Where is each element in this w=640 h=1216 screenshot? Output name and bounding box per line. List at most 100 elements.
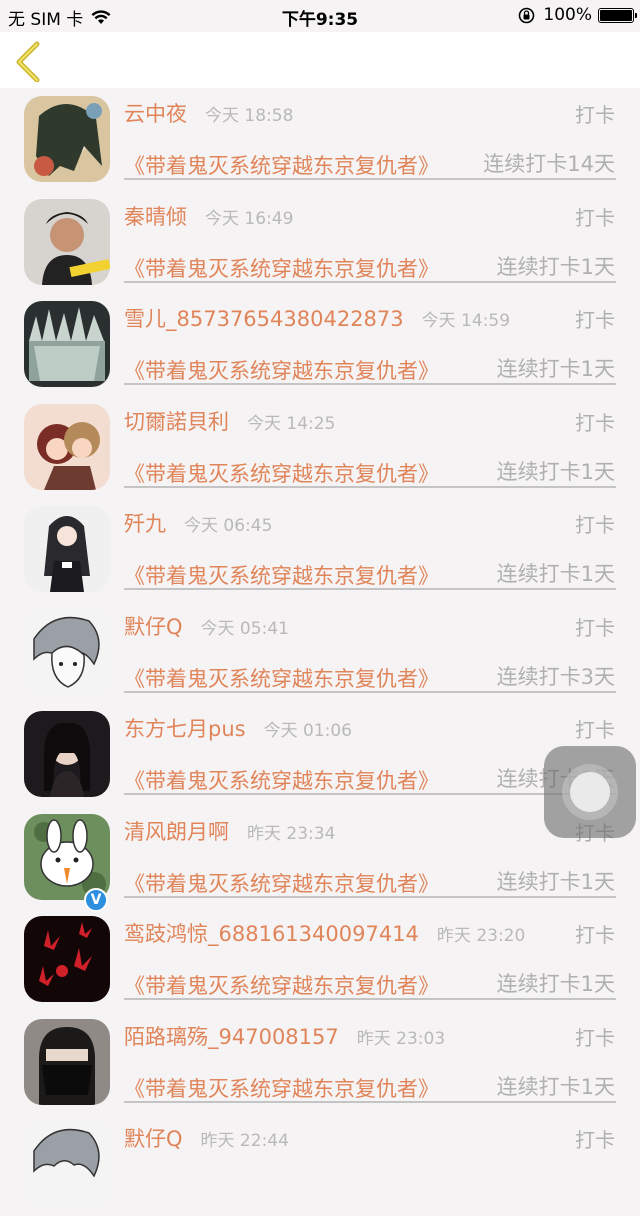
checkin-time: 今天 01:06 — [263, 721, 352, 741]
checkin-time: 昨天 22:44 — [200, 1131, 289, 1151]
checkin-time: 昨天 23:20 — [436, 926, 526, 946]
streak-count: 连续打卡1天 — [496, 254, 615, 279]
book-title-link[interactable]: 《带着鬼灭系统穿越东京复仇者》 — [124, 868, 439, 898]
rotation-lock-icon — [519, 7, 535, 23]
book-underline — [124, 485, 616, 488]
book-underline — [124, 383, 616, 385]
user-name[interactable]: 秦晴倾 — [124, 201, 187, 231]
book-title-link[interactable]: 《带着鬼灭系统穿越东京复仇者》 — [124, 458, 439, 488]
checkin-row[interactable]: 鸾跂鸿惊_688161340097414 昨天 23:20 打卡《带着鬼灭系统穿越东… — [0, 908, 640, 1011]
streak-count: 连续打卡3天 — [496, 664, 615, 689]
chevron-left-icon — [16, 41, 40, 83]
user-name-line: 东方七月pus 今天 01:06 — [124, 713, 352, 743]
user-name-line: 清风朗月啊 昨天 23:34 — [124, 816, 335, 846]
avatar-anime-girl[interactable] — [24, 96, 110, 182]
avatar-rabbit-carrot[interactable] — [24, 813, 110, 900]
streak-count: 连续打卡1天 — [496, 869, 615, 894]
checkin-action-label: 打卡 — [575, 513, 615, 537]
user-name-line: 云中夜 今天 18:58 — [124, 98, 293, 128]
avatar-sketch-boy[interactable] — [24, 1121, 110, 1207]
avatar-nun-character[interactable] — [24, 506, 110, 592]
streak-count: 连续打卡1天 — [496, 459, 615, 484]
checkin-action-label: 打卡 — [575, 1025, 615, 1050]
book-title-link[interactable]: 《带着鬼灭系统穿越东京复仇者》 — [124, 355, 439, 385]
avatar-photo-woman[interactable] — [24, 711, 110, 797]
checkin-row[interactable]: 秦晴倾 今天 16:49 打卡《带着鬼灭系统穿越东京复仇者》 连续打卡1天 — [0, 191, 640, 294]
checkin-action-label: 打卡 — [575, 205, 615, 230]
assistive-touch-ring-inner — [570, 772, 610, 812]
streak-count: 连续打卡1天 — [496, 1074, 615, 1099]
streak-count: 连续打卡1天 — [496, 357, 615, 381]
user-name[interactable]: 鸾跂鸿惊_688161340097414 — [124, 918, 419, 948]
book-title-link[interactable]: 《带着鬼灭系统穿越东京复仇者》 — [124, 150, 439, 180]
user-name-line: 歼九 今天 06:45 — [124, 508, 272, 538]
streak-count: 连续打卡1天 — [496, 972, 615, 996]
user-name-line: 雪儿_8573765438042287​3 今天 14:59 — [124, 303, 510, 333]
user-name[interactable]: 云中夜 — [124, 98, 187, 128]
assistive-touch-button[interactable] — [544, 746, 636, 838]
checkin-action-label: 打卡 — [575, 1128, 615, 1152]
book-title-link[interactable]: 《带着鬼灭系统穿越东京复仇者》 — [124, 560, 439, 590]
streak-count: 连续打卡1天 — [496, 562, 615, 586]
checkin-time: 今天 18:58 — [205, 106, 294, 126]
user-name-line: 陌路璃殇_947008157 昨天 23:03 — [124, 1021, 445, 1051]
checkin-row[interactable]: 雪儿_8573765438042287​3 今天 14:59 打卡《带着鬼灭系统穿越… — [0, 293, 640, 396]
book-underline — [124, 1100, 616, 1103]
checkin-time: 今天 06:45 — [184, 516, 273, 536]
user-name-line: 默仔Q 昨天 22:44 — [124, 1123, 289, 1153]
checkin-row[interactable]: 云中夜 今天 18:58 打卡《带着鬼灭系统穿越东京复仇者》 连续打卡14天 — [0, 88, 640, 191]
user-name-line: 秦晴倾 今天 16:49 — [124, 201, 293, 231]
user-name[interactable]: 陌路璃殇_947008157 — [124, 1021, 339, 1051]
user-name[interactable]: 默仔Q — [124, 1123, 183, 1153]
book-underline — [124, 793, 616, 795]
battery-percent: 100% — [543, 5, 592, 25]
book-underline — [124, 280, 616, 283]
avatar-masked-person[interactable] — [24, 1018, 110, 1105]
user-name[interactable]: 清风朗月啊 — [124, 816, 229, 846]
user-name[interactable]: 歼九 — [124, 508, 166, 538]
checkin-action-label: 打卡 — [575, 923, 615, 947]
avatar-crystal[interactable] — [24, 301, 110, 387]
user-name[interactable]: 切爾諾貝利 — [124, 406, 229, 436]
book-underline — [124, 178, 616, 180]
user-name-line: 默仔Q 今天 05:41 — [124, 611, 289, 641]
checkin-row[interactable]: 默仔Q 昨天 22:44 打卡 — [0, 1113, 640, 1216]
avatar-red-flowers[interactable] — [24, 916, 110, 1002]
avatar-photo-girl[interactable] — [24, 198, 110, 285]
avatar-sketch-boy[interactable] — [24, 608, 110, 695]
checkin-row[interactable]: 切爾諾貝利 今天 14:25 打卡 《带着鬼灭系统穿越东京复仇者》 连续打卡1天 — [0, 396, 640, 499]
checkin-time: 今天 05:41 — [200, 618, 289, 639]
checkin-time: 今天 14:59 — [421, 311, 511, 331]
checkin-time: 昨天 23:03 — [356, 1028, 446, 1049]
checkin-time: 今天 16:49 — [205, 208, 294, 229]
book-title-link[interactable]: 《带着鬼灭系统穿越东京复仇者》 — [124, 765, 439, 795]
user-name-line: 切爾諾貝利 今天 14:25 — [124, 406, 335, 436]
checkin-action-label: 打卡 — [575, 615, 615, 640]
user-name[interactable]: 默仔Q — [124, 611, 183, 641]
book-underline — [124, 998, 616, 1000]
checkin-row[interactable]: 默仔Q 今天 05:41 打卡《带着鬼灭系统穿越东京复仇者》 连续打卡3天 — [0, 601, 640, 704]
book-title-link[interactable]: 《带着鬼灭系统穿越东京复仇者》 — [124, 1073, 439, 1103]
book-title-link[interactable]: 《带着鬼灭系统穿越东京复仇者》 — [124, 970, 439, 1000]
book-title-link[interactable]: 《带着鬼灭系统穿越东京复仇者》 — [124, 663, 439, 693]
checkin-row[interactable]: 歼九 今天 06:45 打卡《带着鬼灭系统穿越东京复仇者》 连续打卡1天 — [0, 498, 640, 601]
checkin-time: 昨天 23:34 — [247, 823, 336, 844]
battery-icon — [598, 7, 637, 23]
book-title-link[interactable]: 《带着鬼灭系统穿越东京复仇者》 — [124, 253, 439, 283]
user-name[interactable]: 东方七月pus — [124, 713, 246, 743]
checkin-time: 今天 14:25 — [247, 413, 336, 434]
avatar-cartoon-couple[interactable] — [24, 403, 110, 490]
checkin-action-label: 打卡 — [575, 308, 615, 332]
streak-count: 连续打卡14天 — [483, 152, 615, 176]
user-name[interactable]: 雪儿_8573765438042287​3 — [124, 303, 404, 333]
checkin-action-label: 打卡 — [575, 718, 615, 742]
user-name-line: 鸾跂鸿惊_688161340097414 昨天 23:20 — [124, 918, 525, 948]
back-button[interactable] — [10, 38, 50, 83]
checkin-row[interactable]: 陌路璃殇_947008157 昨天 23:03 打卡《带着鬼灭系统穿越东京复仇者》 连… — [0, 1011, 640, 1114]
book-underline — [124, 588, 616, 590]
status-right: 100% — [518, 5, 637, 25]
book-underline — [124, 690, 616, 693]
checkin-action-label: 打卡 — [575, 103, 615, 127]
checkin-list: 云中夜 今天 18:58 打卡 《带着鬼灭系统穿越东京复仇者》 连续打卡14天 秦晴倾 今天… — [0, 88, 640, 1216]
status-bar: 无 SIM 卡 下午9:35 100% — [0, 0, 640, 32]
